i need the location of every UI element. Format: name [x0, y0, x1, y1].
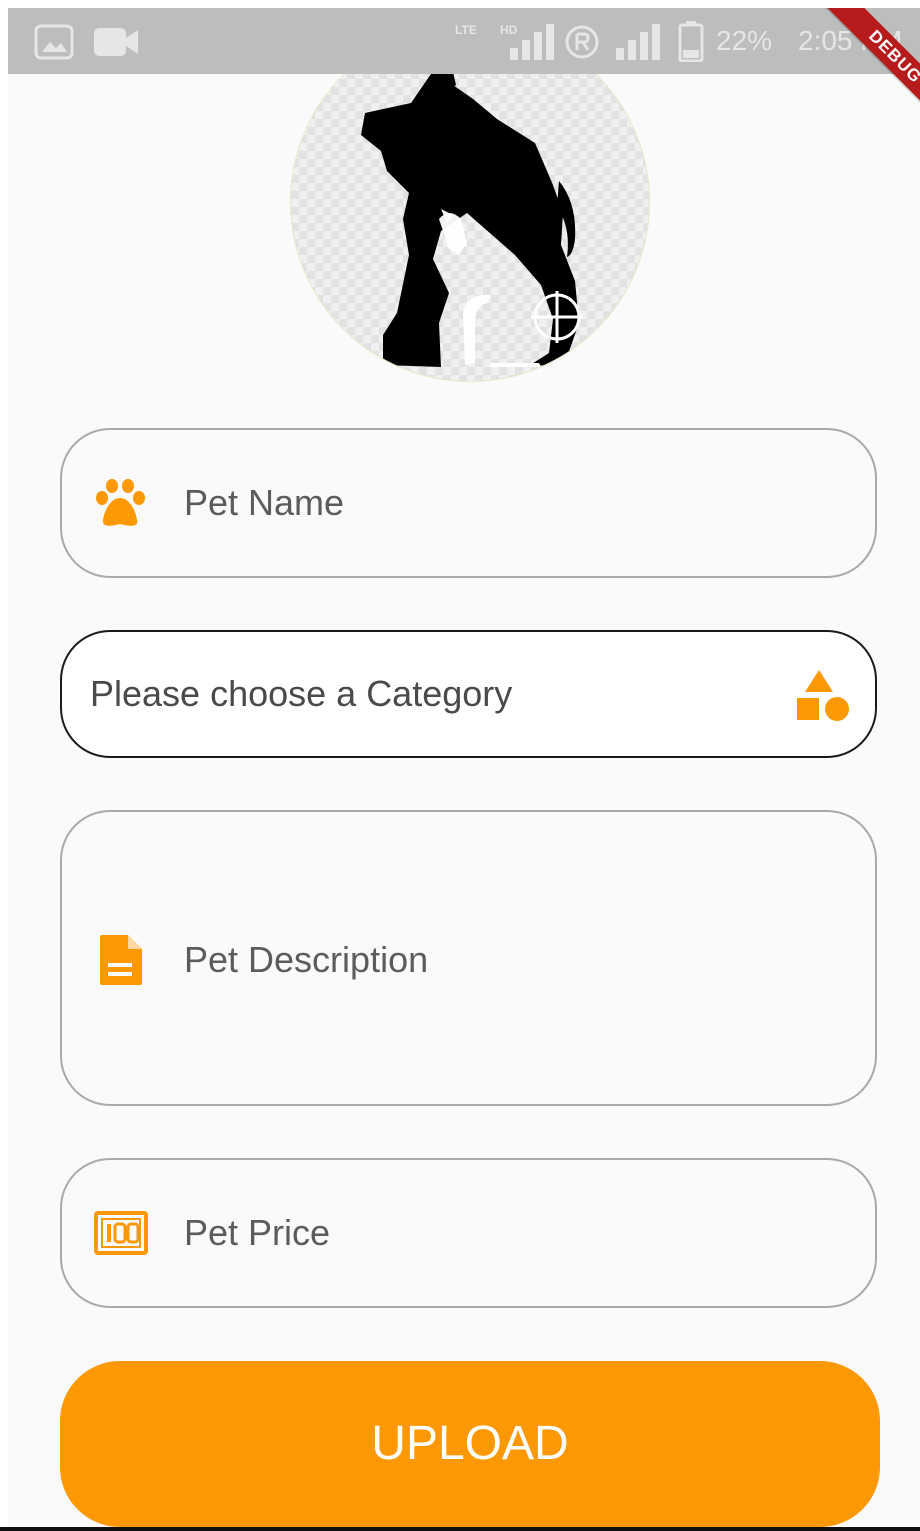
- shapes-icon: [797, 670, 849, 721]
- battery-percentage: 22%: [716, 25, 773, 56]
- bottom-edge: [0, 1527, 920, 1531]
- pet-description-placeholder: Pet Description: [184, 939, 429, 980]
- pet-price-placeholder: Pet Price: [184, 1212, 331, 1253]
- paw-icon: [96, 479, 145, 526]
- status-bar: LTE HD 22% 2:05 PM: [8, 8, 920, 74]
- upload-button[interactable]: UPLOAD: [60, 1361, 880, 1527]
- price-icon: [94, 1211, 148, 1255]
- pet-price-input[interactable]: Pet Price: [60, 1158, 877, 1308]
- network-type-label: LTE: [455, 23, 477, 37]
- signal-2-icon: [616, 24, 660, 60]
- pet-description-input[interactable]: Pet Description: [60, 810, 877, 1106]
- pet-image-picker[interactable]: [290, 22, 650, 382]
- description-icon: [100, 935, 142, 985]
- category-dropdown[interactable]: Please choose a Category: [60, 630, 877, 758]
- category-placeholder: Please choose a Category: [90, 673, 513, 714]
- video-notification-icon: [94, 28, 138, 56]
- upload-pet-screen: LTE HD 22% 2:05 PM DEBUG Pet Name Please…: [8, 8, 920, 1527]
- pet-name-placeholder: Pet Name: [184, 482, 345, 523]
- pet-silhouette-image: [361, 63, 583, 367]
- battery-icon: [678, 21, 704, 62]
- pet-name-input[interactable]: Pet Name: [60, 428, 877, 578]
- roaming-icon: [565, 25, 599, 59]
- image-notification-icon: [34, 24, 74, 60]
- signal-icon: [510, 24, 554, 60]
